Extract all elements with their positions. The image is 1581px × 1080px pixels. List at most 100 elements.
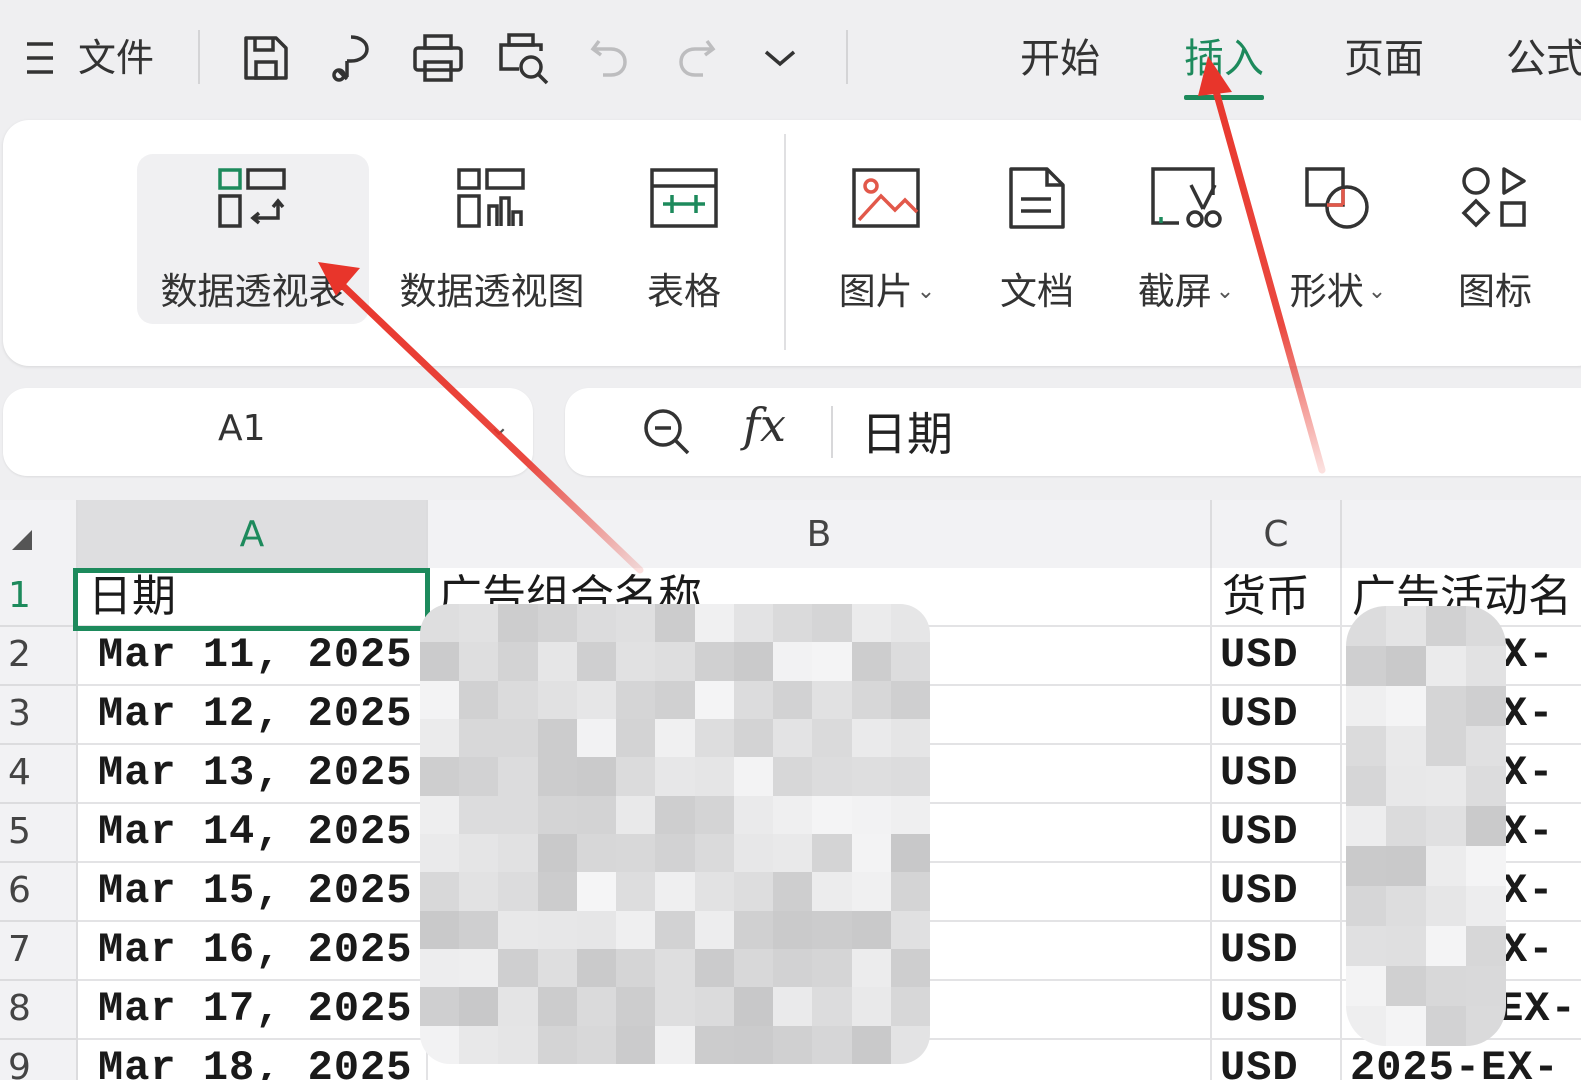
mosaic-block [1386,806,1426,846]
print-icon[interactable] [410,30,466,86]
row-header[interactable]: 9 [0,1040,78,1080]
screenshot-button[interactable]: 截屏 ⌄ [1127,120,1245,366]
file-menu-label[interactable]: 文件 [78,30,154,86]
mosaic-block [812,948,852,988]
mosaic-block [1426,886,1466,926]
shapes-button[interactable]: 形状 ⌄ [1279,120,1397,366]
cell-date[interactable]: Mar 13, 2025 [78,745,428,804]
shapes-label: 形状 ⌄ [1290,268,1386,316]
hamburger-icon[interactable] [24,30,56,86]
mosaic-block [616,987,656,1026]
mosaic-block [1466,726,1506,766]
mosaic-block [655,604,695,643]
picture-label-text: 图片 [838,270,913,313]
document-label: 文档 [1000,270,1074,313]
cell-currency[interactable]: USD [1212,627,1342,686]
toolbar-divider [198,30,200,84]
table-button[interactable]: 表格 [621,120,747,366]
picture-button[interactable]: 图片 ⌄ [825,120,949,366]
mosaic-block [537,642,577,681]
save-icon[interactable] [238,30,294,86]
row-header[interactable]: 1 [0,568,78,627]
chevron-down-icon[interactable]: ⌄ [488,412,510,442]
cell-date[interactable]: Mar 11, 2025 [78,627,428,686]
row-header[interactable]: 7 [0,922,78,981]
icons-button[interactable]: 图标 [1443,120,1547,366]
mosaic-block [537,910,577,949]
row-header[interactable]: 8 [0,981,78,1040]
cell-currency[interactable]: USD [1212,686,1342,745]
mosaic-block [851,795,891,834]
mosaic-block [1346,926,1386,966]
cell-date[interactable]: Mar 16, 2025 [78,922,428,981]
pivot-table-button[interactable]: 数据透视表 [137,120,369,366]
mosaic-block [812,833,852,873]
row-header[interactable]: 6 [0,863,78,922]
mosaic-block [890,795,930,834]
mosaic-block [616,680,656,719]
mosaic-block [616,910,656,949]
column-header-c[interactable]: C [1212,500,1342,568]
mosaic-block [655,987,695,1026]
mosaic-block [576,757,617,796]
tab-page[interactable]: 页面 [1344,30,1424,88]
mosaic-block [1426,686,1466,726]
name-box[interactable]: A1 ⌄ [3,388,533,476]
cell-campaign[interactable]: 2025-EX- [1342,1040,1581,1080]
mosaic-block [459,680,499,719]
icons-icon [1460,160,1530,236]
mosaic-block [773,910,813,949]
chevron-down-icon: ⌄ [1367,279,1387,304]
tab-home[interactable]: 开始 [1020,30,1100,88]
column-header-b[interactable]: B [428,500,1212,568]
tab-insert[interactable]: 插入 [1184,30,1264,100]
document-button[interactable]: 文档 [989,120,1085,366]
mosaic-block [890,718,930,758]
row-header[interactable]: 2 [0,627,78,686]
mosaic-block [694,757,734,796]
chevron-down-icon[interactable] [760,30,800,86]
mosaic-block [812,910,852,949]
row-header[interactable]: 5 [0,804,78,863]
mosaic-block [537,680,577,719]
row-header[interactable]: 4 [0,745,78,804]
mosaic-block [1466,926,1506,966]
cell-currency[interactable]: USD [1212,745,1342,804]
pivot-chart-button[interactable]: 数据透视图 [389,120,595,366]
cell-currency[interactable]: USD [1212,804,1342,863]
redo-icon[interactable] [674,30,718,86]
row-header[interactable]: 3 [0,686,78,745]
cell-c1[interactable]: 货币 [1212,568,1342,627]
undo-icon[interactable] [588,30,632,86]
cell-date[interactable]: Mar 14, 2025 [78,804,428,863]
cell-date[interactable]: Mar 12, 2025 [78,686,428,745]
mosaic-block [420,910,460,949]
mosaic-block [733,604,774,643]
cell-currency[interactable]: USD [1212,1040,1342,1080]
mosaic-block [576,795,617,834]
cell-date[interactable]: Mar 17, 2025 [78,981,428,1040]
cell-a1[interactable]: 日期 [78,568,428,627]
insert-function-button[interactable]: fx [743,398,786,452]
formula-input[interactable]: 日期 [861,398,953,464]
mosaic-block [537,1025,577,1064]
column-header-a[interactable]: A [78,500,428,568]
select-all-corner[interactable] [0,500,78,568]
mosaic-block [1346,846,1386,886]
zoom-out-icon[interactable] [641,406,693,462]
format-painter-icon[interactable] [326,30,376,86]
insert-ribbon: 数据透视表 数据透视图 表格 图片 ⌄ 文档 截屏 ⌄ 形状 ⌄ 图标 [3,120,1581,366]
cell-currency[interactable]: USD [1212,922,1342,981]
cell-date[interactable]: Mar 15, 2025 [78,863,428,922]
mosaic-block [576,872,617,911]
print-preview-icon[interactable] [496,30,554,86]
cell-currency[interactable]: USD [1212,863,1342,922]
cell-currency[interactable]: USD [1212,981,1342,1040]
formula-bar[interactable]: fx 日期 [565,388,1581,476]
mosaic-block [655,642,695,681]
column-header-d[interactable] [1342,500,1581,568]
mosaic-block [420,948,460,988]
mosaic-block [1346,886,1386,926]
cell-date[interactable]: Mar 18, 2025 [78,1040,428,1080]
tab-formula[interactable]: 公式 [1506,30,1581,88]
